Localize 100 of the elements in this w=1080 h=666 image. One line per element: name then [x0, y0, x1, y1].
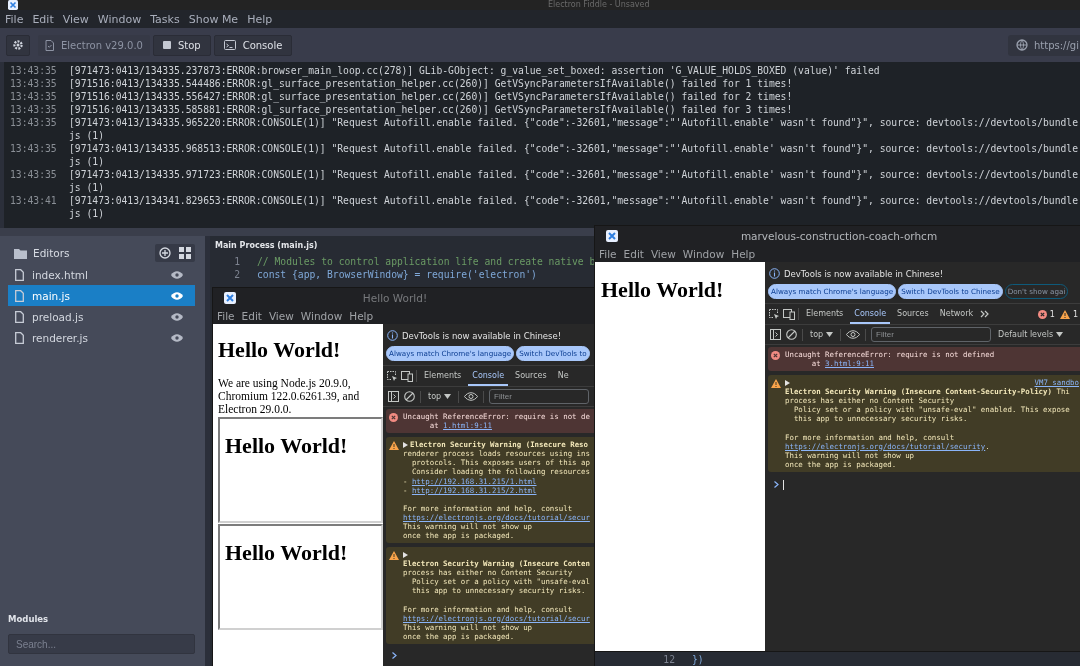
- menu-item[interactable]: Show Me: [188, 12, 239, 26]
- menu-item[interactable]: Window: [97, 12, 142, 26]
- file-icon: [15, 310, 24, 323]
- console-button[interactable]: Console: [213, 34, 293, 56]
- eye-icon[interactable]: [171, 270, 183, 279]
- device-icon[interactable]: [783, 308, 795, 320]
- menu-item[interactable]: Window: [300, 309, 343, 322]
- file-icon: [45, 39, 54, 51]
- timestamp: 13:43:35: [9, 77, 58, 90]
- page-text: We are using Node.js 20.9.0, Chromium 122.0.6261.39, and Electron 29.0.0.: [218, 377, 361, 416]
- context-dropdown[interactable]: top: [808, 330, 836, 339]
- grid-icon[interactable]: [179, 247, 191, 259]
- menu-item[interactable]: Help: [731, 247, 756, 260]
- context-dropdown[interactable]: top: [426, 392, 454, 401]
- eye-icon[interactable]: [171, 312, 183, 321]
- device-icon[interactable]: [401, 370, 413, 382]
- devtools-tab[interactable]: Sources: [893, 304, 933, 324]
- warning-icon: [389, 551, 399, 561]
- clear-icon[interactable]: [404, 391, 415, 402]
- line-number: 1: [233, 255, 240, 268]
- menu-item[interactable]: File: [599, 247, 617, 260]
- log-text: js (1): [69, 155, 105, 168]
- inspect-icon[interactable]: [769, 308, 780, 320]
- error-count: 1: [1049, 309, 1055, 319]
- file-icon: [15, 331, 24, 344]
- devtools-tab[interactable]: Console: [850, 304, 891, 324]
- menu-item[interactable]: Help: [349, 309, 374, 322]
- chevrons-icon[interactable]: [980, 310, 991, 318]
- menu-item[interactable]: View: [650, 247, 676, 260]
- code-line: }): [691, 653, 704, 666]
- timestamp: 13:43:35: [9, 103, 58, 116]
- devtools-tab[interactable]: Elements: [420, 366, 466, 386]
- menu-item[interactable]: View: [62, 12, 89, 26]
- version-button[interactable]: Electron v29.0.0: [38, 34, 150, 56]
- filter-field[interactable]: Filter: [489, 389, 590, 404]
- timestamp: 13:43:35: [9, 64, 58, 77]
- eye-icon[interactable]: [846, 330, 861, 339]
- log-text: [971473:0413/134335.971723:ERROR:CONSOLE(1)] "Request Autofill.enable failed. {"code":-32601,"message":"'Autofill.enable' wasn't found"}", source: devtools://devtools/bundle: [69, 168, 1078, 181]
- menu-item[interactable]: Window: [682, 247, 725, 260]
- timestamp: 13:43:35: [9, 116, 58, 130]
- devtools-tab[interactable]: Sources: [511, 366, 551, 386]
- sidebar-item[interactable]: index.html: [8, 264, 195, 285]
- window-title: Electron Fiddle - Unsaved: [548, 0, 650, 10]
- line-number: 2: [233, 268, 240, 281]
- error-icon: [771, 351, 780, 360]
- prompt-icon: [774, 481, 779, 489]
- window-title: Hello World!: [361, 291, 429, 304]
- url-field[interactable]: https://gi: [1008, 34, 1080, 56]
- menu-item[interactable]: Edit: [32, 12, 54, 26]
- file-icon: [15, 268, 24, 281]
- sidebar-item[interactable]: renderer.js: [8, 327, 195, 348]
- dropdown-icon: [444, 394, 452, 399]
- sidebar-item[interactable]: main.js: [8, 285, 195, 306]
- levels-dropdown[interactable]: Default levels: [996, 330, 1066, 339]
- expand-icon[interactable]: [403, 551, 408, 558]
- devtools-tab[interactable]: Ne: [553, 366, 573, 386]
- info-icon: [387, 330, 398, 341]
- menu-item[interactable]: File: [5, 12, 24, 26]
- terminal-icon: [223, 40, 236, 50]
- info-message: DevTools is now available in Chinese!: [402, 330, 562, 341]
- sidebar-icon[interactable]: [770, 329, 781, 340]
- add-icon[interactable]: [159, 247, 171, 259]
- settings-icon: [12, 39, 24, 51]
- devtools-tab[interactable]: Console: [468, 366, 509, 386]
- log-text: [971516:0413/134335.556427:ERROR:gl_surface_presentation_helper.cc(260)] GetVSyncParametersIfAvailable() failed for 2 times!: [69, 90, 793, 103]
- eye-icon[interactable]: [464, 392, 479, 401]
- file-icon: [15, 289, 24, 302]
- devtools-tab[interactable]: Network: [935, 304, 978, 324]
- text-caret: [783, 479, 784, 490]
- page-heading: Hello World!: [225, 540, 349, 566]
- app-icon: [224, 291, 236, 304]
- timestamp: 13:43:35: [9, 168, 58, 182]
- page-heading: Hello World!: [601, 277, 725, 303]
- sidebar-item[interactable]: preload.js: [8, 306, 195, 327]
- warning-icon: [1059, 309, 1070, 319]
- log-text: [971473:0413/134335.965220:ERROR:CONSOLE(1)] "Request Autofill.enable failed. {"code":-32601,"message":"'Autofill.enable' wasn't found"}", source: devtools://devtools/bundle: [69, 116, 1078, 129]
- menu-item[interactable]: View: [268, 309, 294, 322]
- stop-button[interactable]: Stop: [152, 34, 211, 56]
- warning-icon: [771, 379, 781, 389]
- search-field[interactable]: Search...: [8, 634, 195, 654]
- menu-item[interactable]: Help: [247, 12, 273, 26]
- settings-button[interactable]: [6, 34, 30, 56]
- menu-item[interactable]: File: [217, 309, 235, 322]
- sidebar-icon[interactable]: [388, 391, 399, 402]
- expand-icon[interactable]: [785, 379, 790, 386]
- log-text: js (1): [69, 181, 105, 194]
- menu-item[interactable]: Tasks: [150, 12, 180, 26]
- filter-field[interactable]: Filter: [871, 327, 992, 342]
- error-icon: [1037, 309, 1047, 319]
- expand-icon[interactable]: [403, 441, 408, 448]
- log-text: js (1): [69, 129, 105, 142]
- editor-title: Main Process (main.js): [214, 241, 318, 250]
- clear-icon[interactable]: [786, 329, 797, 340]
- app-icon: [606, 229, 618, 242]
- inspect-icon[interactable]: [387, 370, 398, 382]
- menu-item[interactable]: Edit: [623, 247, 644, 260]
- devtools-tab[interactable]: Elements: [802, 304, 848, 324]
- menu-item[interactable]: Edit: [241, 309, 262, 322]
- eye-icon[interactable]: [171, 333, 183, 342]
- eye-icon[interactable]: [171, 291, 183, 300]
